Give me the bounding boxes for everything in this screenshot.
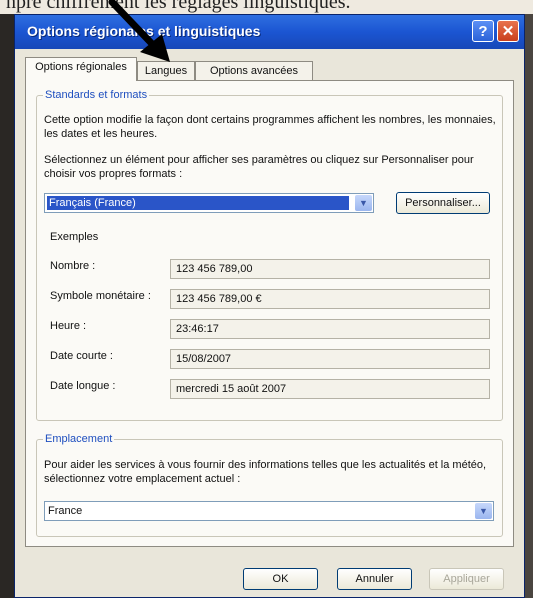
title-bar[interactable]: Options régionales et linguistiques ? ✕ xyxy=(15,15,524,49)
ok-button[interactable]: OK xyxy=(243,568,318,590)
example-label-currency: Symbole monétaire : xyxy=(50,290,151,302)
example-label-short-date: Date courte : xyxy=(50,350,113,362)
tab-regional-options[interactable]: Options régionales xyxy=(25,57,137,81)
tab-panel-regional-options: Standards et formats Cette option modifi… xyxy=(25,80,514,547)
example-label-time: Heure : xyxy=(50,320,87,332)
example-value-time: 23:46:17 xyxy=(170,319,490,339)
tab-advanced-options[interactable]: Options avancées xyxy=(195,61,313,80)
format-select[interactable]: Français (France) ▼ xyxy=(44,193,374,213)
example-value-short-date: 15/08/2007 xyxy=(170,349,490,369)
apply-button[interactable]: Appliquer xyxy=(429,568,504,590)
regional-options-dialog: Options régionales et linguistiques ? ✕ … xyxy=(14,14,525,598)
example-value-number: 123 456 789,00 xyxy=(170,259,490,279)
location-select-value: France xyxy=(48,505,83,517)
background-text: npre chiffrement les réglages linguistiq… xyxy=(6,0,351,13)
location-select[interactable]: France ▼ xyxy=(44,501,494,521)
customize-button[interactable]: Personnaliser... xyxy=(396,192,490,214)
close-button[interactable]: ✕ xyxy=(497,20,519,42)
chevron-down-icon[interactable]: ▼ xyxy=(475,503,492,519)
desktop-background-right xyxy=(525,14,533,598)
chevron-down-icon[interactable]: ▼ xyxy=(355,195,372,211)
cancel-button[interactable]: Annuler xyxy=(337,568,412,590)
example-label-number: Nombre : xyxy=(50,260,96,272)
location-description: Pour aider les services à vous fournir d… xyxy=(44,459,487,485)
tab-languages[interactable]: Langues xyxy=(137,61,195,80)
help-button[interactable]: ? xyxy=(472,20,494,42)
example-value-currency: 123 456 789,00 € xyxy=(170,289,490,309)
standards-formats-legend: Standards et formats xyxy=(45,89,148,101)
location-legend: Emplacement xyxy=(45,433,113,445)
standards-description: Cette option modifie la façon dont certa… xyxy=(44,114,496,140)
example-label-long-date: Date longue : xyxy=(50,380,116,392)
example-value-long-date: mercredi 15 août 2007 xyxy=(170,379,490,399)
background-document-text: npre chiffrement les réglages linguistiq… xyxy=(0,0,533,14)
format-select-value: Français (France) xyxy=(47,196,349,210)
desktop-background-left xyxy=(0,14,14,598)
window-title: Options régionales et linguistiques xyxy=(27,23,261,39)
standards-instruction: Sélectionnez un élément pour afficher se… xyxy=(44,154,474,180)
examples-heading: Exemples xyxy=(50,231,99,243)
